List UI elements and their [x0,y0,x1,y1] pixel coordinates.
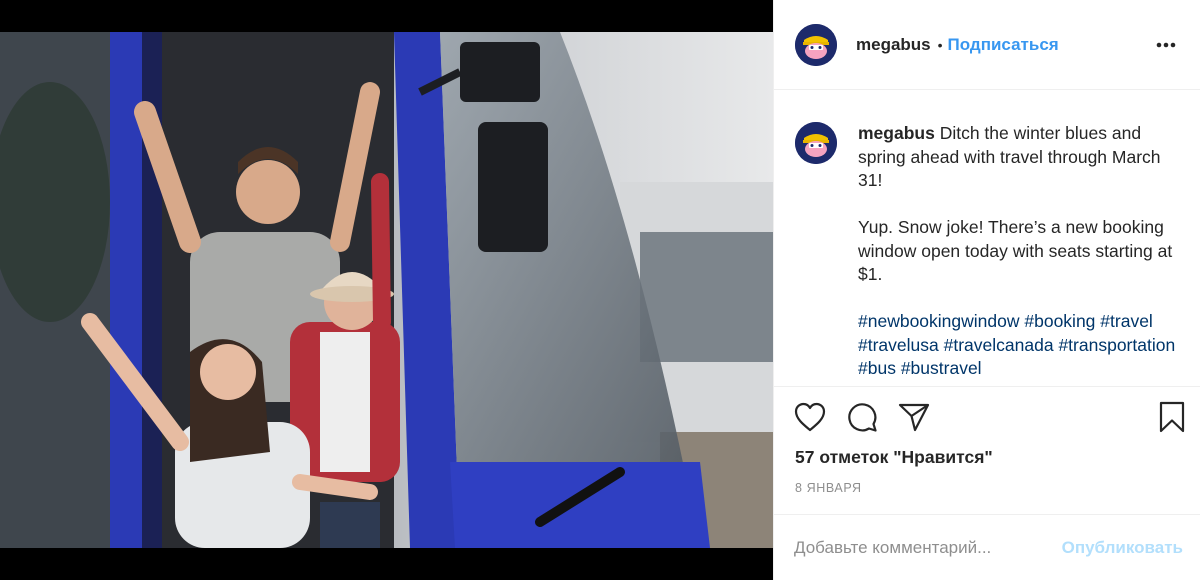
hashtag[interactable]: #travel [1100,311,1153,331]
caption-username[interactable]: megabus [858,123,935,143]
heart-icon[interactable] [794,399,830,435]
paper-plane-icon[interactable] [898,399,934,435]
likes-count[interactable]: 57 отметок "Нравится" [774,444,1200,470]
bookmark-icon[interactable] [1150,399,1186,435]
hashtag[interactable]: #newbookingwindow [858,311,1020,331]
post-side-panel: megabus • Подписаться megabus Ditch the … [773,0,1200,580]
hashtags: #newbookingwindow #booking #travel #trav… [858,310,1180,381]
avatar[interactable] [795,23,837,66]
hashtag[interactable]: #travelusa [858,335,939,355]
follow-button[interactable]: Подписаться [948,35,1059,55]
hashtag[interactable]: #transportation [1058,335,1175,355]
header-separator: • [937,36,943,53]
hashtag[interactable]: #travelcanada [944,335,1054,355]
instagram-post: megabus • Подписаться megabus Ditch the … [0,0,1200,580]
more-horizontal-icon[interactable] [1152,35,1180,55]
hashtag[interactable]: #bustravel [901,358,982,378]
post-date[interactable]: 8 ЯНВАРЯ [774,478,1200,498]
post-photo[interactable] [0,32,773,548]
caption-text: megabus Ditch the winter blues and sprin… [858,122,1180,386]
caption-line-2: Yup. Snow joke! There’s a new booking wi… [858,217,1178,284]
megabus-logo-icon [795,23,837,66]
bus-door-photo [0,32,773,548]
comment-bar: Опубликовать [774,514,1200,580]
caption-section: megabus Ditch the winter blues and sprin… [774,90,1200,387]
hashtag[interactable]: #booking [1024,311,1095,331]
comment-input[interactable] [794,537,1062,558]
post-media[interactable] [0,0,773,580]
megabus-logo-icon [795,122,837,164]
comment-bubble-icon[interactable] [846,399,882,435]
caption-avatar[interactable] [795,122,837,164]
hashtag[interactable]: #bus [858,358,896,378]
publish-button[interactable]: Опубликовать [1062,538,1183,558]
header-username[interactable]: megabus [856,35,931,55]
action-bar [774,387,1200,447]
post-header: megabus • Подписаться [774,0,1200,90]
